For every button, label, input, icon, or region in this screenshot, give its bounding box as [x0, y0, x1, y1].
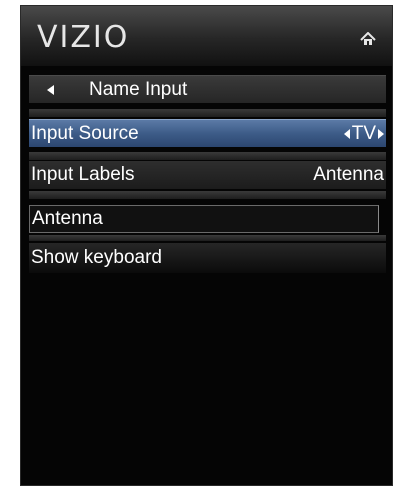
divider [29, 235, 386, 241]
back-button[interactable]: Name Input [29, 75, 386, 103]
name-input-field[interactable]: Antenna [29, 205, 379, 233]
input-labels-value: Antenna [313, 164, 384, 185]
divider [29, 191, 386, 199]
input-source-selector[interactable]: TV [343, 120, 386, 148]
back-label: Name Input [89, 79, 188, 100]
input-source-label: Input Source [31, 123, 139, 144]
right-arrow-icon[interactable] [378, 129, 384, 139]
vizio-logo: VIZIO [37, 20, 130, 55]
divider [29, 152, 386, 160]
input-labels-row[interactable]: Input Labels Antenna [29, 161, 386, 189]
back-arrow-icon [47, 85, 54, 95]
input-source-value: TV [351, 123, 376, 144]
input-source-row[interactable]: Input Source TV [29, 119, 386, 147]
tv-menu-panel: VIZIO Name Input Input Source TV Input L… [20, 5, 393, 486]
left-arrow-icon[interactable] [343, 129, 350, 139]
show-keyboard-button[interactable]: Show keyboard [29, 243, 386, 273]
menu-header: VIZIO [21, 6, 392, 66]
input-labels-label: Input Labels [31, 164, 135, 185]
home-icon[interactable] [360, 32, 376, 46]
divider [29, 109, 386, 117]
